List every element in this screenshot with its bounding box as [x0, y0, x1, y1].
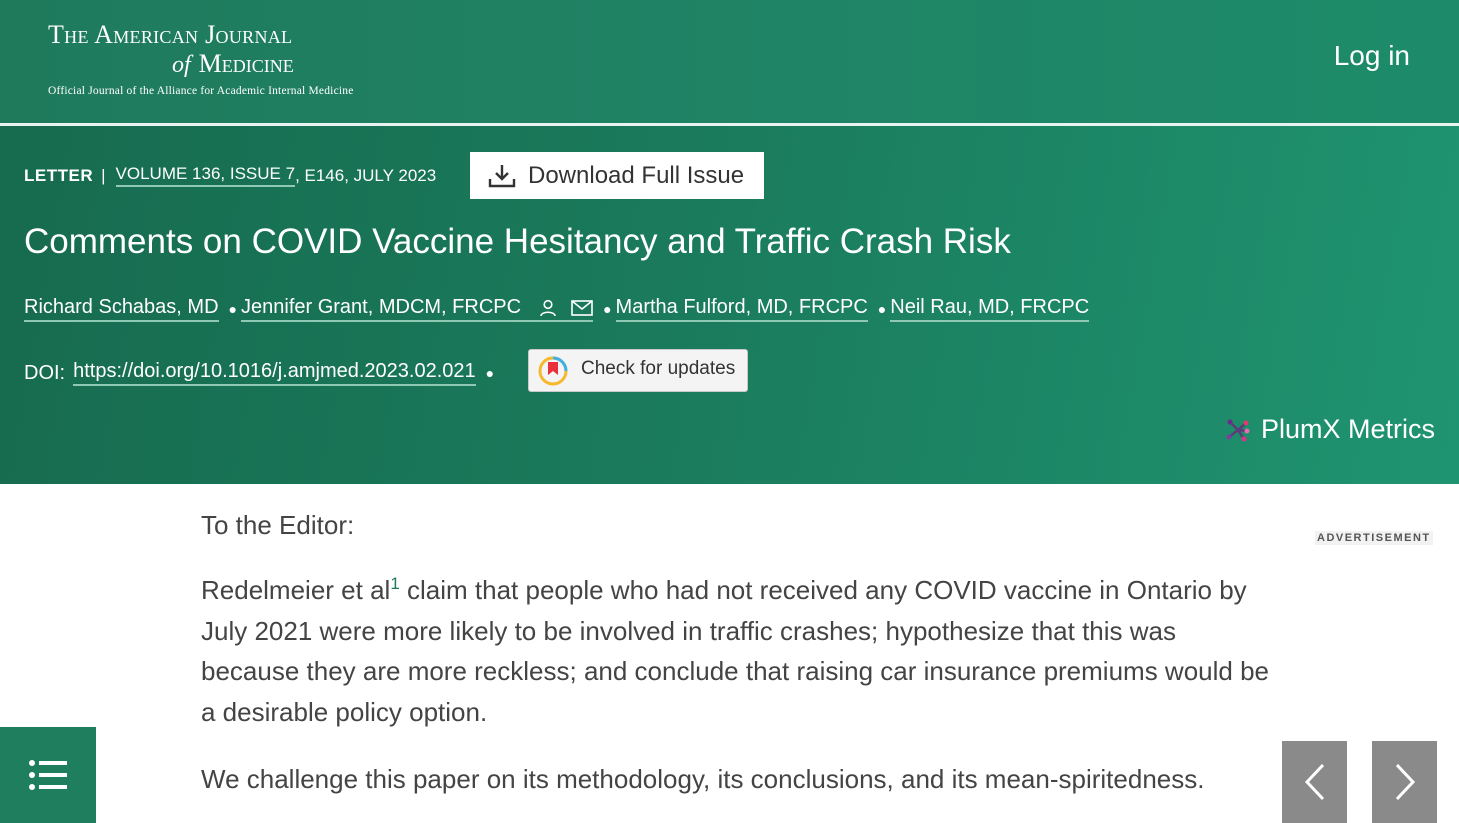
- download-icon: [488, 164, 516, 187]
- plumx-label: PlumX Metrics: [1260, 414, 1435, 444]
- check-updates-label: Check for updates: [581, 357, 736, 379]
- person-icon: [539, 299, 557, 317]
- logo-tagline: Official Journal of the Alliance for Aca…: [48, 85, 354, 97]
- meta-separator: |: [101, 165, 106, 185]
- author-separator: ●: [603, 301, 612, 317]
- volume-issue-link[interactable]: VOLUME 136, ISSUE 7: [115, 164, 296, 187]
- download-full-issue-button[interactable]: Download Full Issue: [470, 152, 764, 199]
- paragraph-2: We challenge this paper on its methodolo…: [201, 763, 1205, 794]
- email-icon[interactable]: [571, 299, 593, 316]
- author-link[interactable]: Richard Schabas, MD: [24, 296, 219, 322]
- page-date: , E146, JULY 2023: [295, 165, 437, 185]
- doi-row: DOI: https://doi.org/10.1016/j.amjmed.20…: [24, 360, 494, 386]
- doi-link[interactable]: https://doi.org/10.1016/j.amjmed.2023.02…: [73, 360, 476, 386]
- logo-medicine: Medicine: [198, 49, 294, 78]
- chevron-left-icon: [1304, 763, 1324, 801]
- salutation: To the Editor:: [201, 510, 355, 540]
- paragraph-1: Redelmeier et al1 claim that people who …: [201, 564, 1271, 733]
- author-link[interactable]: Martha Fulford, MD, FRCPC: [615, 296, 868, 322]
- author-separator: ●: [228, 301, 237, 317]
- journal-logo[interactable]: The American Journal of Medicine Official…: [48, 20, 354, 97]
- logo-of: of: [172, 52, 191, 78]
- article-meta: LETTER | VOLUME 136, ISSUE 7 , E146, JUL…: [24, 164, 436, 187]
- para1-start: Redelmeier et al: [201, 575, 391, 605]
- author-list: Richard Schabas, MD ● Jennifer Grant, MD…: [24, 296, 1090, 322]
- previous-article-button[interactable]: [1282, 741, 1347, 823]
- list-icon: [29, 760, 67, 790]
- advertisement-label: ADVERTISEMENT: [1315, 531, 1433, 545]
- author-name: Jennifer Grant, MDCM, FRCPC: [241, 296, 522, 318]
- logo-line1: The American Journal: [48, 20, 293, 49]
- check-for-updates-button[interactable]: Check for updates: [528, 349, 748, 392]
- reference-link[interactable]: 1: [390, 574, 399, 593]
- plumx-metrics-link[interactable]: PlumX Metrics: [1225, 414, 1435, 445]
- author-link[interactable]: Neil Rau, MD, FRCPC: [890, 296, 1090, 322]
- doi-separator: ●: [485, 365, 495, 381]
- article-header: LETTER | VOLUME 136, ISSUE 7 , E146, JUL…: [0, 126, 1459, 484]
- plumx-icon: [1226, 419, 1250, 441]
- download-label: Download Full Issue: [528, 161, 745, 189]
- logo-line2: of Medicine: [48, 50, 354, 79]
- chevron-right-icon: [1395, 763, 1415, 801]
- login-link[interactable]: Log in: [1334, 40, 1410, 72]
- author-separator: ●: [877, 301, 887, 317]
- crossmark-icon: [538, 356, 568, 385]
- author-link-corresponding[interactable]: Jennifer Grant, MDCM, FRCPC: [241, 296, 594, 322]
- next-article-button[interactable]: [1372, 741, 1437, 823]
- doi-label: DOI:: [24, 361, 66, 384]
- article-type: LETTER: [24, 165, 94, 185]
- site-header: The American Journal of Medicine Official…: [0, 0, 1459, 123]
- article-body: To the Editor: Redelmeier et al1 claim t…: [201, 506, 1271, 800]
- table-of-contents-button[interactable]: [0, 727, 96, 823]
- article-title: Comments on COVID Vaccine Hesitancy and …: [24, 222, 1011, 261]
